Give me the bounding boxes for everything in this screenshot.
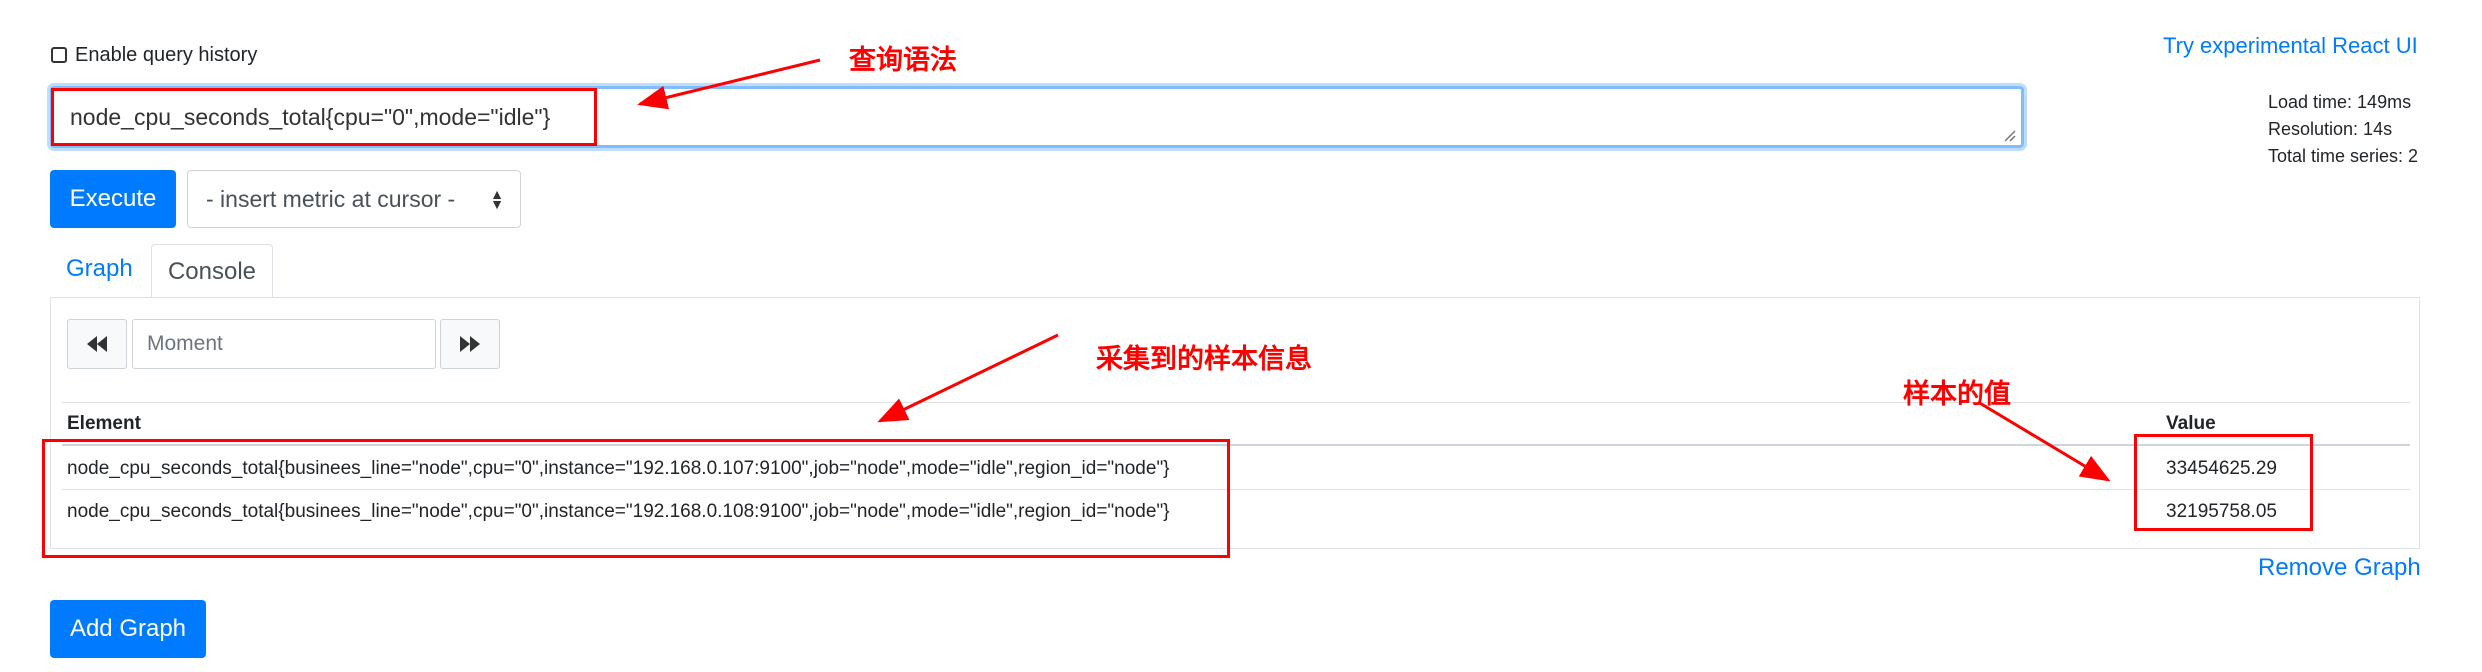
- annotation-arrows: [637, 58, 2111, 482]
- arrow-query-syntax: [637, 58, 821, 110]
- arrow-sample-info: [877, 333, 1059, 423]
- arrow-sample-value: [1977, 400, 2111, 482]
